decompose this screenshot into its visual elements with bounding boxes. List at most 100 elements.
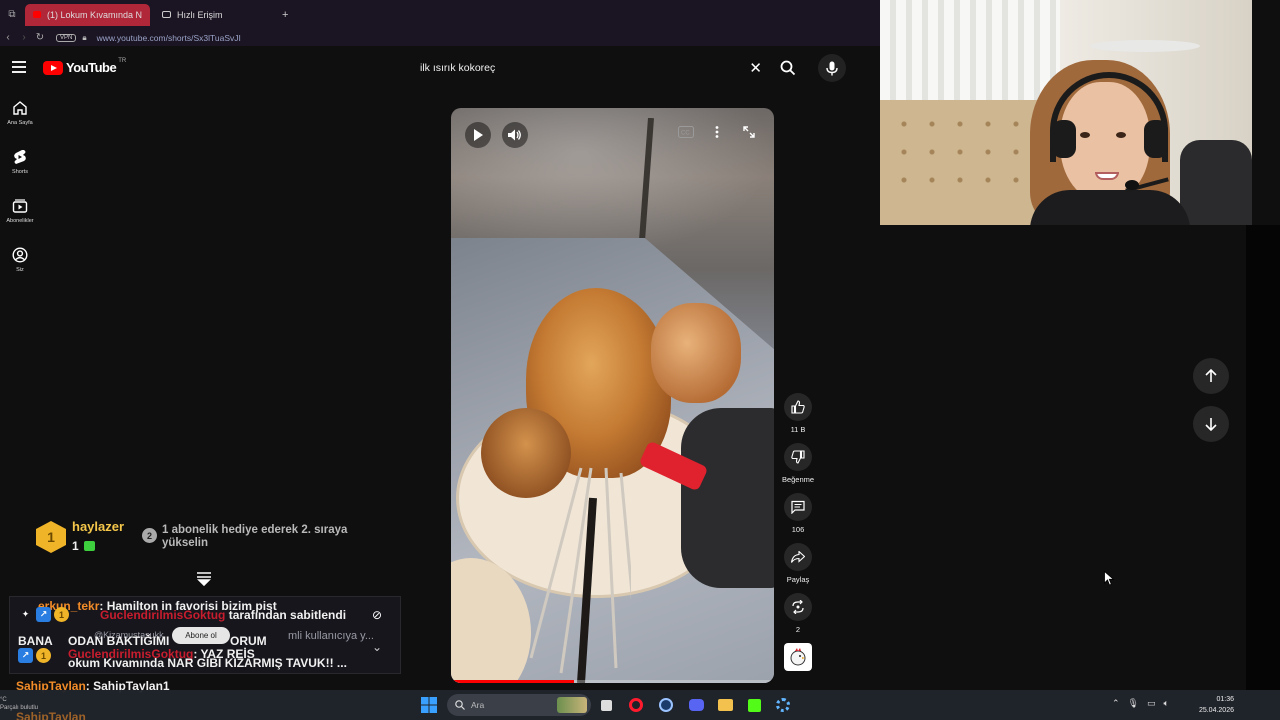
country-code: TR <box>118 57 127 64</box>
dislike-circle[interactable] <box>784 443 812 471</box>
voice-search-button[interactable] <box>818 54 846 82</box>
like-circle[interactable] <box>784 393 812 421</box>
arrow-down-icon <box>1205 418 1217 431</box>
windows-start-icon[interactable] <box>420 696 438 714</box>
system-tray: ⌃ 🎙︎ ▭ 🔈︎ <box>1112 698 1169 709</box>
windows-taskbar: Ara ⌃ 🎙︎ ▭ 🔈︎ 01:36 25.04.2026 <box>0 690 1280 720</box>
speaker-icon[interactable]: 🔈︎ <box>1164 698 1169 709</box>
sidebar-item-you[interactable]: Siz <box>0 239 40 288</box>
more-vert-icon <box>715 126 719 138</box>
pinned-by-text: tarafından sabitlendi <box>225 608 347 622</box>
tab-manager-icon[interactable]: ⧉ <box>3 6 21 24</box>
file-explorer-icon[interactable] <box>716 696 734 714</box>
address-bar: ‹ › ↻ VPN 🔒︎ www.youtube.com/shorts/Sx3l… <box>0 29 880 46</box>
rank-position-badge: 2 <box>142 528 157 543</box>
home-icon <box>13 101 27 115</box>
search-icon <box>455 700 465 710</box>
user-circle-icon <box>12 247 28 263</box>
sub-alert-message: 1 abonelik hediye ederek 2. sıraya yükse… <box>162 524 348 549</box>
network-icon[interactable]: ▭ <box>1147 698 1156 709</box>
expand-icon <box>743 126 755 138</box>
sidebar-item-home[interactable]: Ana Sayfa <box>0 92 40 141</box>
webcam-sofa-pattern <box>890 110 1050 200</box>
microphone-icon[interactable]: 🎙︎ <box>1128 698 1139 709</box>
remix-button[interactable]: 2 <box>781 593 815 637</box>
comments-button[interactable]: 106 <box>781 493 815 537</box>
chevron-up-icon[interactable]: ⌃ <box>1112 698 1120 709</box>
search-input[interactable]: ilk ısırık kokoreç <box>420 62 749 74</box>
youtube-logo[interactable]: YouTube TR <box>43 57 127 75</box>
streamer-webcam <box>880 0 1252 225</box>
gift-icon <box>84 541 95 551</box>
unpin-icon[interactable]: ⊘ <box>372 608 382 622</box>
logo-text: YouTube <box>66 60 117 75</box>
vpn-badge[interactable]: VPN <box>56 33 77 42</box>
opera-browser-icon[interactable] <box>627 696 645 714</box>
like-button[interactable]: 11 B <box>781 393 815 437</box>
new-tab-plus-icon[interactable]: + <box>282 9 288 21</box>
shorts-video-player[interactable]: CC <box>451 108 774 683</box>
settings-gear-icon[interactable] <box>774 696 792 714</box>
like-count: 11 B <box>790 425 806 434</box>
tab-quick-access[interactable]: Hızlı Erişim <box>154 4 274 26</box>
back-arrow-icon[interactable]: ‹ <box>0 32 16 43</box>
kick-app-icon[interactable] <box>745 696 763 714</box>
chat-message-fragment: ORUM <box>230 634 267 648</box>
fullscreen-button[interactable] <box>743 126 755 138</box>
chat-message-fragment: ODAN BAKTIĞIMI <box>68 634 169 648</box>
clock-time: 01:36 <box>1216 696 1234 703</box>
tab-label: Hızlı Erişim <box>177 9 223 20</box>
search-box[interactable]: ilk ısırık kokoreç ✕ <box>410 55 770 80</box>
comments-circle[interactable] <box>784 493 812 521</box>
remix-circle[interactable] <box>784 593 812 621</box>
share-circle[interactable] <box>784 543 812 571</box>
share-button[interactable]: Paylaş <box>781 543 815 587</box>
next-short-button[interactable] <box>1193 406 1229 442</box>
youtube-play-logo-icon <box>43 60 63 75</box>
chat-text: okum Kıvamında NAR GİBİ KIZARMIŞ TAVUK!!… <box>68 656 347 670</box>
subscribe-button[interactable]: Abone ol <box>172 627 230 644</box>
sidebar-item-shorts[interactable]: Shorts <box>0 141 40 190</box>
sub-username: haylazer <box>72 519 125 534</box>
webcam-curtain <box>880 0 1060 110</box>
rooster-logo-icon <box>790 648 806 666</box>
scroll-down-chevron-icon[interactable] <box>196 572 212 586</box>
faded-chat-username: SahipTaylan <box>16 710 86 720</box>
previous-short-button[interactable] <box>1193 358 1229 394</box>
channel-avatar[interactable] <box>784 643 812 671</box>
sidebar-item-subscriptions[interactable]: Abonelikler <box>0 190 40 239</box>
search-button[interactable] <box>770 55 806 80</box>
tab-youtube-shorts[interactable]: (1) Lokum Kıvamında NAR <box>25 3 150 26</box>
chat-text: BANA <box>18 634 53 648</box>
rank-badge: 1 <box>36 521 66 553</box>
webcam-chair <box>1180 140 1252 225</box>
video-frame-smoke <box>451 108 774 258</box>
comment-count: 106 <box>791 525 805 534</box>
task-view-icon[interactable] <box>597 696 615 714</box>
taskbar-search[interactable]: Ara <box>447 694 591 716</box>
discord-icon[interactable] <box>687 696 705 714</box>
captions-button[interactable]: CC <box>678 126 694 138</box>
lock-icon[interactable]: 🔒︎ <box>82 33 86 43</box>
thumbs-down-icon <box>791 450 805 464</box>
volume-button[interactable] <box>502 122 528 148</box>
taskbar-clock[interactable]: 01:36 25.04.2026 <box>1190 694 1234 716</box>
vip-badge-icon: ↗ <box>36 607 51 622</box>
more-options-button[interactable] <box>715 126 719 138</box>
taskbar-search-placeholder: Ara <box>471 700 485 710</box>
share-arrow-icon <box>791 551 805 563</box>
reload-icon[interactable]: ↻ <box>32 32 48 43</box>
sidebar-item-label: Shorts <box>12 169 28 175</box>
forward-arrow-icon[interactable]: › <box>16 32 32 43</box>
youtube-favicon-icon <box>33 11 41 18</box>
chevron-down-icon[interactable]: ⌄ <box>372 640 382 654</box>
menu-icon[interactable] <box>12 61 26 73</box>
chat-badges: ↗ 1 <box>18 648 51 663</box>
steam-icon[interactable] <box>657 696 675 714</box>
right-edge-strip <box>1246 225 1280 690</box>
url-field[interactable]: www.youtube.com/shorts/Sx3lTuaSvJI <box>97 33 241 43</box>
chat-text: ORUM <box>230 634 267 648</box>
clear-search-icon[interactable]: ✕ <box>749 59 762 77</box>
play-button[interactable] <box>465 122 491 148</box>
dislike-button[interactable]: Beğenme <box>781 443 815 487</box>
